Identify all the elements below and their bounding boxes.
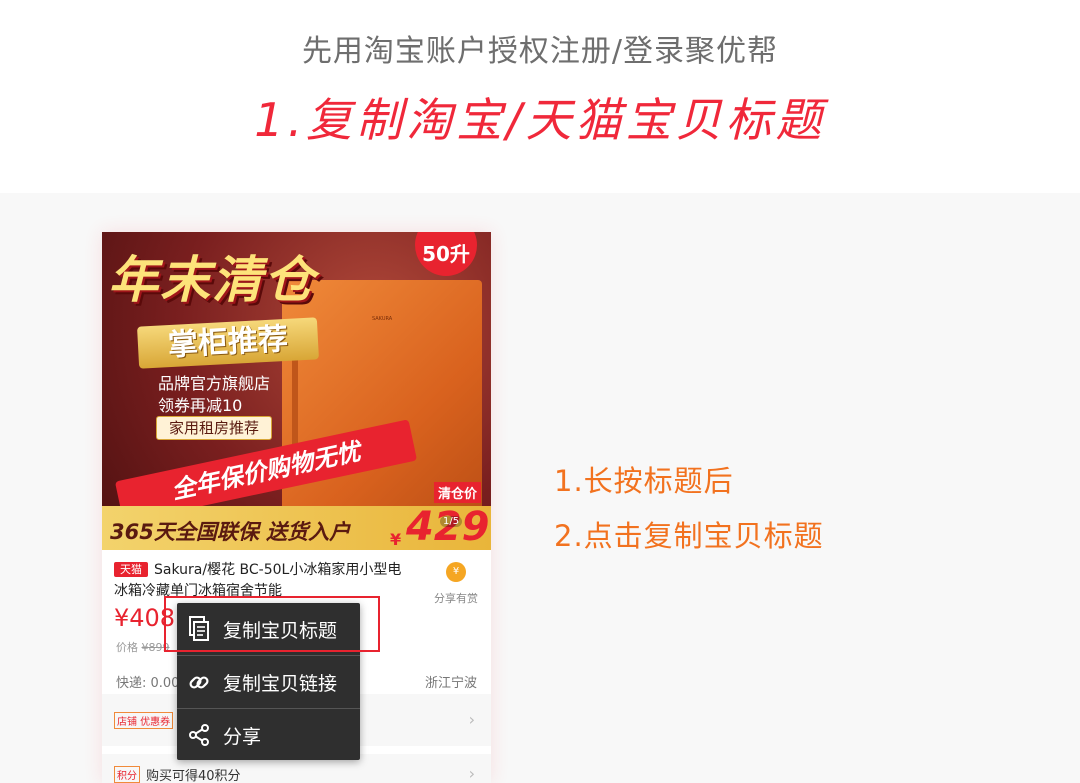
shipping-fee: 快递: 0.00 xyxy=(116,676,180,691)
image-pager: 1/5 xyxy=(440,516,463,527)
banner-line-coupon: 领券再减10 xyxy=(158,396,243,415)
product-banner[interactable]: SAKURA 年末清仓 50升 掌柜推荐 品牌官方旗舰店 领券再减10 家用租房… xyxy=(102,232,491,550)
original-price: 价格 ¥899 xyxy=(116,639,170,655)
chevron-right-icon: › xyxy=(468,764,475,783)
points-tag: 积分 xyxy=(114,766,140,783)
banner-line-store: 品牌官方旗舰店 xyxy=(158,374,271,393)
store-coupon-tag: 店铺 优惠券 xyxy=(114,712,174,729)
chevron-right-icon: › xyxy=(468,710,475,729)
tmall-badge: 天猫 xyxy=(114,562,148,577)
ship-location: 浙江宁波 xyxy=(424,676,477,691)
banner-price: 429 xyxy=(406,504,490,550)
share-icon xyxy=(189,724,209,746)
instruction-step-2: 2.点击复制宝贝标题 xyxy=(554,519,824,553)
instruction-step-1: 1.长按标题后 xyxy=(554,464,734,498)
copy-link-label: 复制宝贝链接 xyxy=(223,673,338,695)
original-price-label: 价格 xyxy=(116,641,138,654)
clearance-tag: 清仓价 xyxy=(434,482,482,503)
page-subtitle: 先用淘宝账户授权注册/登录聚优帮 xyxy=(301,34,779,69)
fridge-brand: SAKURA xyxy=(372,316,393,322)
banner-currency: ¥ xyxy=(390,530,402,549)
highlight-box xyxy=(164,596,380,652)
header-section: 先用淘宝账户授权注册/登录聚优帮 1.复制淘宝/天猫宝贝标题 xyxy=(0,0,1080,193)
banner-title: 年末清仓 xyxy=(108,251,316,309)
money-bag-icon[interactable]: ¥ xyxy=(446,562,466,582)
share-reward-label[interactable]: 分享有赏 xyxy=(434,590,478,606)
banner-guarantee: 365天全国联保 送货入户 xyxy=(110,520,351,544)
share-menu-item[interactable]: 分享 xyxy=(177,709,360,761)
step-title: 1.复制淘宝/天猫宝贝标题 xyxy=(254,93,826,147)
banner-pill: 家用租房推荐 xyxy=(156,416,272,440)
share-label: 分享 xyxy=(223,726,262,748)
copy-link-menu-item[interactable]: 复制宝贝链接 xyxy=(177,656,360,708)
points-text: 购买可得40积分 xyxy=(146,769,241,783)
link-icon xyxy=(189,676,209,689)
capacity-badge: 50升 xyxy=(415,232,477,276)
